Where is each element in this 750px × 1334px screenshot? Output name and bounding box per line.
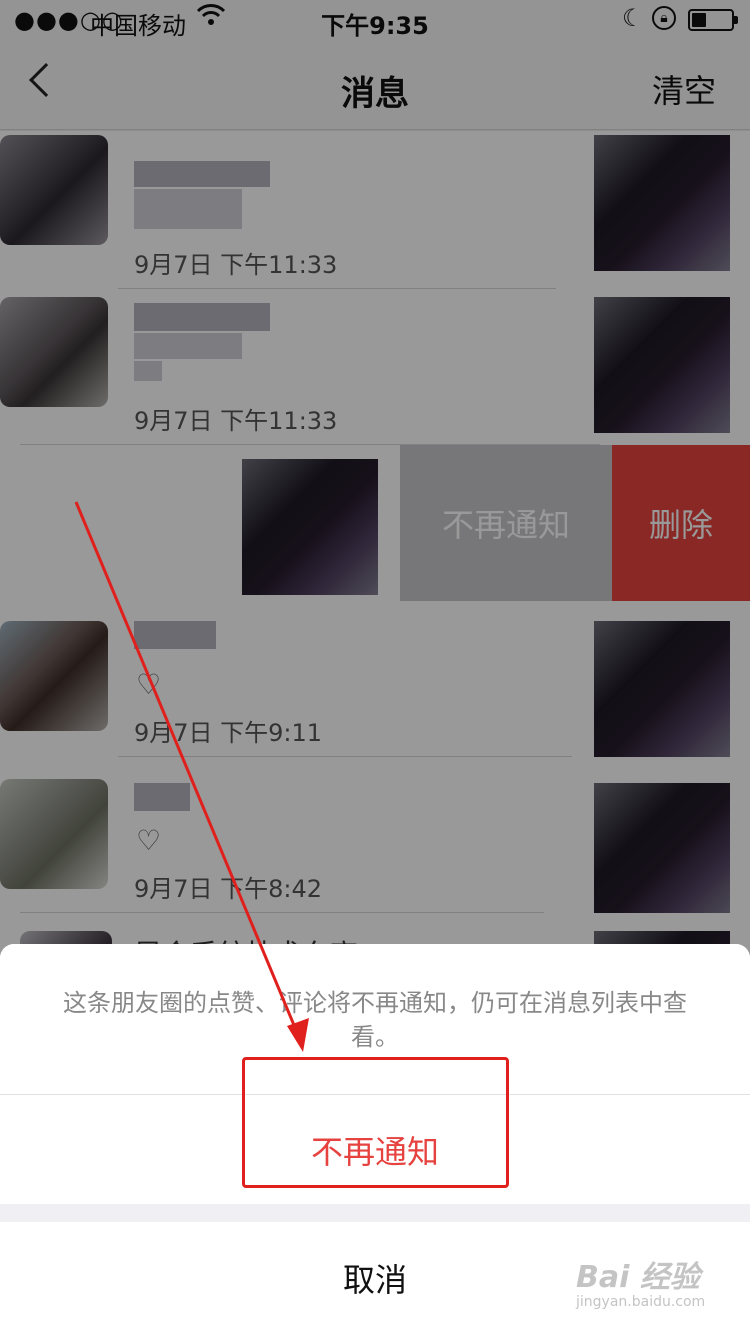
annotation-highlight-box [242, 1057, 509, 1188]
baidu-jingyan-watermark: Bai 经验 jingyan.baidu.com [576, 1260, 706, 1310]
